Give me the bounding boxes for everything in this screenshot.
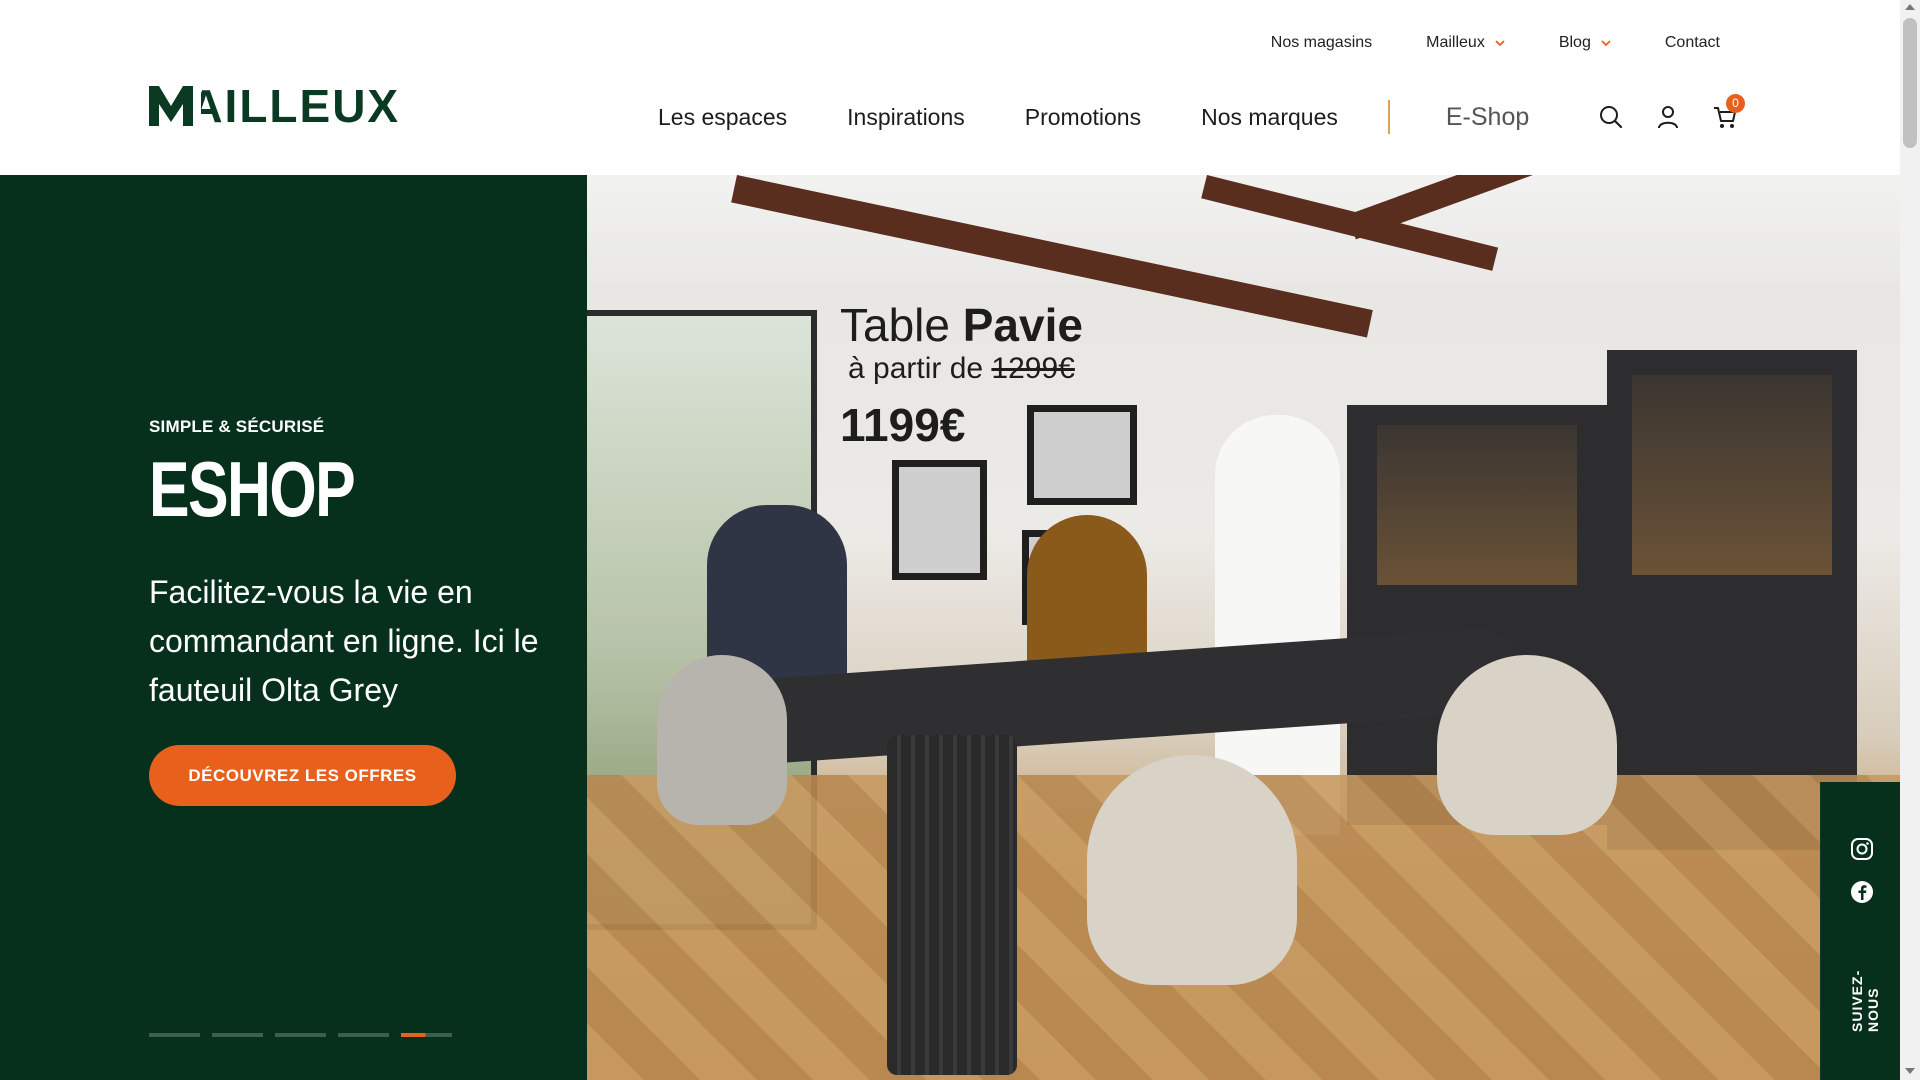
cabinet-shelves bbox=[1632, 375, 1832, 575]
top-nav-label: Contact bbox=[1664, 34, 1720, 51]
top-nav: Nos magasins Mailleux Blog Contact bbox=[1217, 34, 1720, 52]
promo-old-price: 1299€ bbox=[991, 352, 1075, 385]
scrollbar[interactable] bbox=[1900, 0, 1920, 1080]
social-sidebar: SUIVEZ-NOUS bbox=[1820, 782, 1900, 1080]
chair bbox=[657, 655, 787, 825]
cabinet-shelves bbox=[1377, 425, 1577, 585]
slide-dot[interactable] bbox=[338, 1033, 389, 1037]
main-nav-les-espaces[interactable]: Les espaces bbox=[658, 104, 787, 131]
top-nav-blog[interactable]: Blog bbox=[1559, 34, 1611, 52]
brand-logo[interactable]: MAILLEUX bbox=[149, 86, 439, 126]
promo-title: Table Pavie bbox=[840, 298, 1083, 352]
follow-us-label: SUIVEZ-NOUS bbox=[1849, 969, 1881, 1032]
main-nav-eshop[interactable]: E-Shop bbox=[1446, 103, 1529, 132]
main-nav-promotions[interactable]: Promotions bbox=[1025, 104, 1141, 131]
scroll-up-arrow[interactable] bbox=[1905, 4, 1915, 10]
search-icon[interactable] bbox=[1598, 104, 1624, 130]
promo-overlay: Table Pavie à partir de 1299€ 1199€ bbox=[840, 298, 1083, 452]
scroll-thumb[interactable] bbox=[1903, 18, 1917, 148]
slider-pagination bbox=[149, 1033, 452, 1037]
top-nav-mailleux[interactable]: Mailleux bbox=[1426, 34, 1505, 52]
table-base bbox=[887, 735, 1017, 1075]
chair bbox=[1087, 755, 1297, 985]
chair bbox=[1437, 655, 1617, 835]
slide-dot[interactable] bbox=[275, 1033, 326, 1037]
main-nav: Les espaces Inspirations Promotions Nos … bbox=[658, 100, 1529, 134]
scroll-down-arrow[interactable] bbox=[1905, 1068, 1915, 1074]
main-nav-inspirations[interactable]: Inspirations bbox=[847, 104, 965, 131]
facebook-icon[interactable] bbox=[1850, 880, 1874, 904]
hero-panel: SIMPLE & SÉCURISÉ ESHOP Facilitez-vous l… bbox=[0, 175, 587, 1080]
hero-kicker: SIMPLE & SÉCURISÉ bbox=[149, 417, 325, 436]
hero-image: Table Pavie à partir de 1299€ 1199€ bbox=[587, 175, 1900, 1080]
discover-offers-button[interactable]: DÉCOUVREZ LES OFFRES bbox=[149, 745, 456, 806]
top-nav-nos-magasins[interactable]: Nos magasins bbox=[1271, 34, 1372, 52]
site-header: MAILLEUX Nos magasins Mailleux Blog Cont… bbox=[0, 0, 1900, 175]
promo-title-prefix: Table bbox=[840, 299, 950, 351]
hero-title: ESHOP bbox=[149, 445, 356, 533]
chevron-down-icon bbox=[1495, 40, 1505, 47]
top-nav-label: Mailleux bbox=[1426, 34, 1485, 51]
user-icon[interactable] bbox=[1655, 104, 1681, 130]
chevron-down-icon bbox=[1601, 40, 1611, 47]
header-icons: 0 bbox=[1598, 94, 1745, 130]
top-nav-contact[interactable]: Contact bbox=[1665, 34, 1720, 52]
nav-divider bbox=[1387, 100, 1390, 134]
promo-from-label: à partir de bbox=[848, 352, 984, 385]
top-nav-label: Nos magasins bbox=[1270, 34, 1373, 51]
wall-frame bbox=[892, 460, 987, 580]
top-nav-label: Blog bbox=[1558, 34, 1591, 51]
cart-button[interactable]: 0 bbox=[1712, 94, 1745, 130]
hero-description: Facilitez-vous la vie en commandant en l… bbox=[149, 574, 539, 708]
slide-dot-active[interactable] bbox=[401, 1033, 452, 1037]
promo-product-name: Pavie bbox=[962, 299, 1083, 351]
main-nav-nos-marques[interactable]: Nos marques bbox=[1201, 104, 1338, 131]
slide-dot[interactable] bbox=[212, 1033, 263, 1037]
promo-from: à partir de 1299€ bbox=[848, 352, 1083, 386]
promo-price: 1199€ bbox=[840, 399, 966, 451]
cart-count-badge: 0 bbox=[1726, 94, 1745, 113]
slide-dot[interactable] bbox=[149, 1033, 200, 1037]
instagram-icon[interactable] bbox=[1850, 837, 1874, 861]
